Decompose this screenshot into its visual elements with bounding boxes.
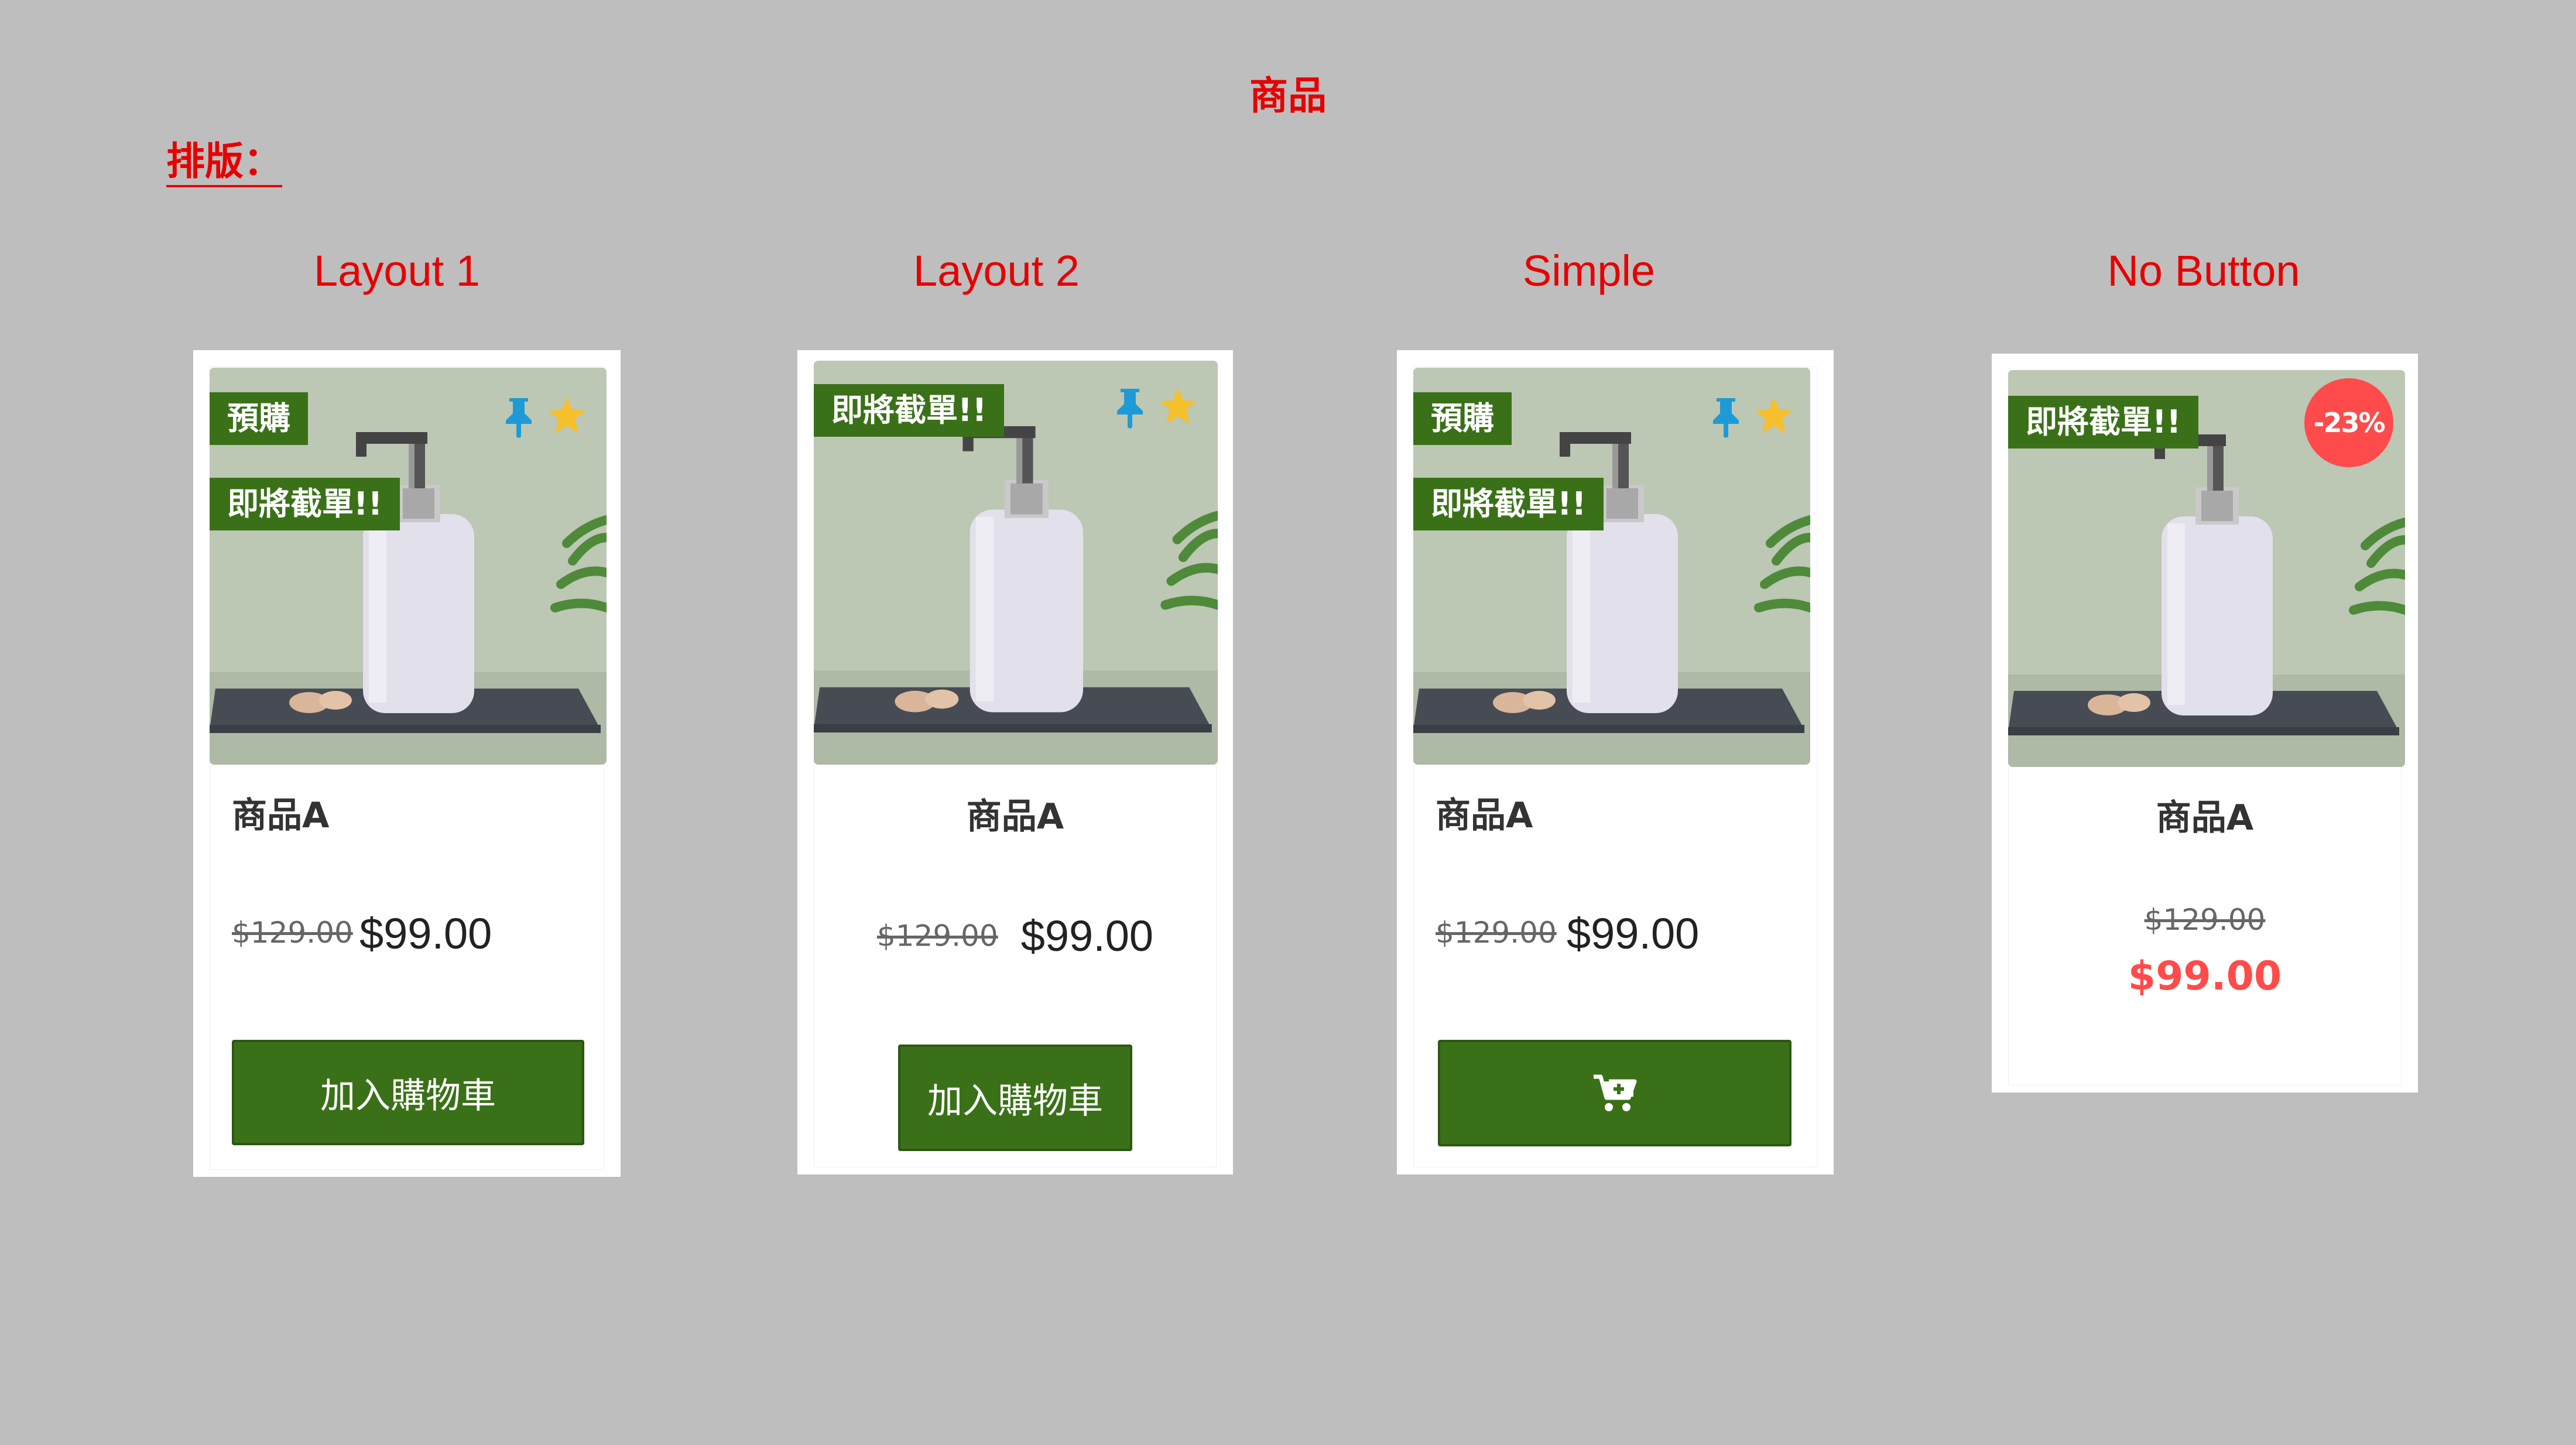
sale-price: $99.00 bbox=[2128, 953, 2282, 999]
sale-price: $99.00 bbox=[359, 909, 492, 958]
old-price: $129.00 bbox=[876, 919, 998, 953]
price-row: $129.00 $99.00 bbox=[797, 911, 1233, 961]
sale-price: $99.00 bbox=[1020, 912, 1154, 960]
pin-icon bbox=[1710, 396, 1742, 438]
old-price: $129.00 bbox=[232, 916, 353, 950]
star-icon[interactable] bbox=[1753, 395, 1795, 437]
product-name[interactable]: 商品A bbox=[232, 787, 329, 838]
section-label-layout-2: Layout 2 bbox=[913, 246, 1080, 295]
product-name[interactable]: 商品A bbox=[797, 788, 1233, 839]
cart-plus-icon bbox=[1594, 1074, 1637, 1111]
product-card-layout-2[interactable]: 即將截單!! 商品A $129.00 $99.00 加入購物車 bbox=[797, 350, 1233, 1175]
page-title: 商品 bbox=[1249, 73, 1327, 118]
closing-soon-tag: 即將截單!! bbox=[1413, 478, 1604, 531]
product-name[interactable]: 商品A bbox=[1436, 787, 1533, 838]
preorder-tag: 預購 bbox=[1413, 392, 1512, 446]
add-to-cart-button[interactable]: 加入購物車 bbox=[232, 1040, 584, 1145]
star-icon[interactable] bbox=[1157, 385, 1199, 427]
closing-soon-tag: 即將截單!! bbox=[2008, 396, 2199, 449]
product-card-layout-1[interactable]: 預購 即將截單!! 商品A $129.00 $99.00 加入購物車 bbox=[193, 350, 621, 1177]
section-label-simple: Simple bbox=[1522, 246, 1656, 295]
layout-heading: 排版： bbox=[166, 139, 282, 184]
section-label-layout-1: Layout 1 bbox=[314, 246, 480, 295]
add-to-cart-button[interactable] bbox=[1438, 1040, 1791, 1146]
preorder-tag: 預購 bbox=[210, 392, 308, 446]
pin-icon bbox=[1114, 386, 1146, 429]
closing-soon-tag: 即將截單!! bbox=[210, 478, 400, 531]
discount-badge: -23% bbox=[2304, 378, 2393, 467]
star-icon[interactable] bbox=[546, 395, 588, 437]
closing-soon-tag: 即將截單!! bbox=[814, 384, 1005, 437]
product-card-simple[interactable]: 預購 即將截單!! 商品A $129.00 $99.00 bbox=[1397, 350, 1834, 1175]
product-card-no-button[interactable]: 即將截單!! -23% 商品A $129.00 $99.00 bbox=[1992, 354, 2418, 1093]
sale-price: $99.00 bbox=[1567, 909, 1700, 958]
add-to-cart-button[interactable]: 加入購物車 bbox=[898, 1045, 1132, 1151]
product-name[interactable]: 商品A bbox=[1992, 789, 2418, 840]
section-label-no-button: No Button bbox=[2107, 246, 2300, 295]
old-price: $129.00 bbox=[1436, 916, 1557, 950]
old-price: $129.00 bbox=[2144, 903, 2266, 937]
pin-icon bbox=[502, 396, 535, 438]
